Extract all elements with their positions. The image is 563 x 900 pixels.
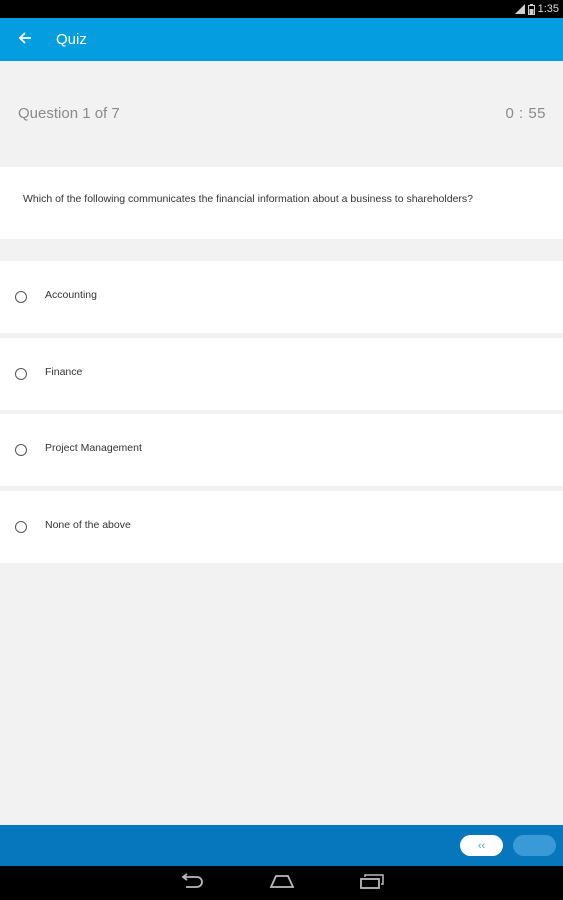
question-counter: Question 1 of 7 (18, 105, 120, 122)
radio-button[interactable] (15, 521, 27, 533)
home-nav-icon (268, 873, 296, 894)
radio-button[interactable] (15, 444, 27, 456)
back-nav-button[interactable] (176, 871, 206, 895)
radio-button[interactable] (15, 368, 27, 380)
system-nav-bar (0, 866, 563, 900)
arrow-left-icon (18, 31, 32, 50)
previous-button[interactable]: ‹‹ (460, 835, 503, 856)
option-label: Finance (45, 366, 83, 378)
option-label: Accounting (45, 289, 97, 301)
question-header: Question 1 of 7 0 : 55 (0, 61, 563, 165)
signal-icon (514, 4, 525, 14)
recents-nav-button[interactable] (357, 871, 387, 895)
answer-option-none[interactable]: None of the above (0, 491, 563, 563)
quiz-timer: 0 : 55 (505, 105, 546, 122)
answer-option-project-management[interactable]: Project Management (0, 414, 563, 486)
question-text: Which of the following communicates the … (23, 193, 473, 205)
back-button[interactable] (10, 25, 40, 55)
app-bar: Quiz (0, 18, 563, 61)
bottom-bar: ‹‹ (0, 825, 563, 866)
back-nav-icon (178, 872, 204, 894)
next-button[interactable] (513, 835, 556, 856)
battery-icon (527, 3, 535, 15)
status-time: 1:35 (537, 3, 559, 15)
page-title: Quiz (56, 31, 87, 48)
status-icons: 1:35 (514, 0, 559, 18)
status-bar: 1:35 (0, 0, 563, 18)
option-label: None of the above (45, 519, 131, 531)
answer-option-accounting[interactable]: Accounting (0, 261, 563, 333)
recents-nav-icon (359, 873, 385, 894)
option-label: Project Management (45, 442, 142, 454)
radio-button[interactable] (15, 291, 27, 303)
home-nav-button[interactable] (267, 871, 297, 895)
question-card: Which of the following communicates the … (0, 167, 563, 239)
answer-option-finance[interactable]: Finance (0, 338, 563, 410)
